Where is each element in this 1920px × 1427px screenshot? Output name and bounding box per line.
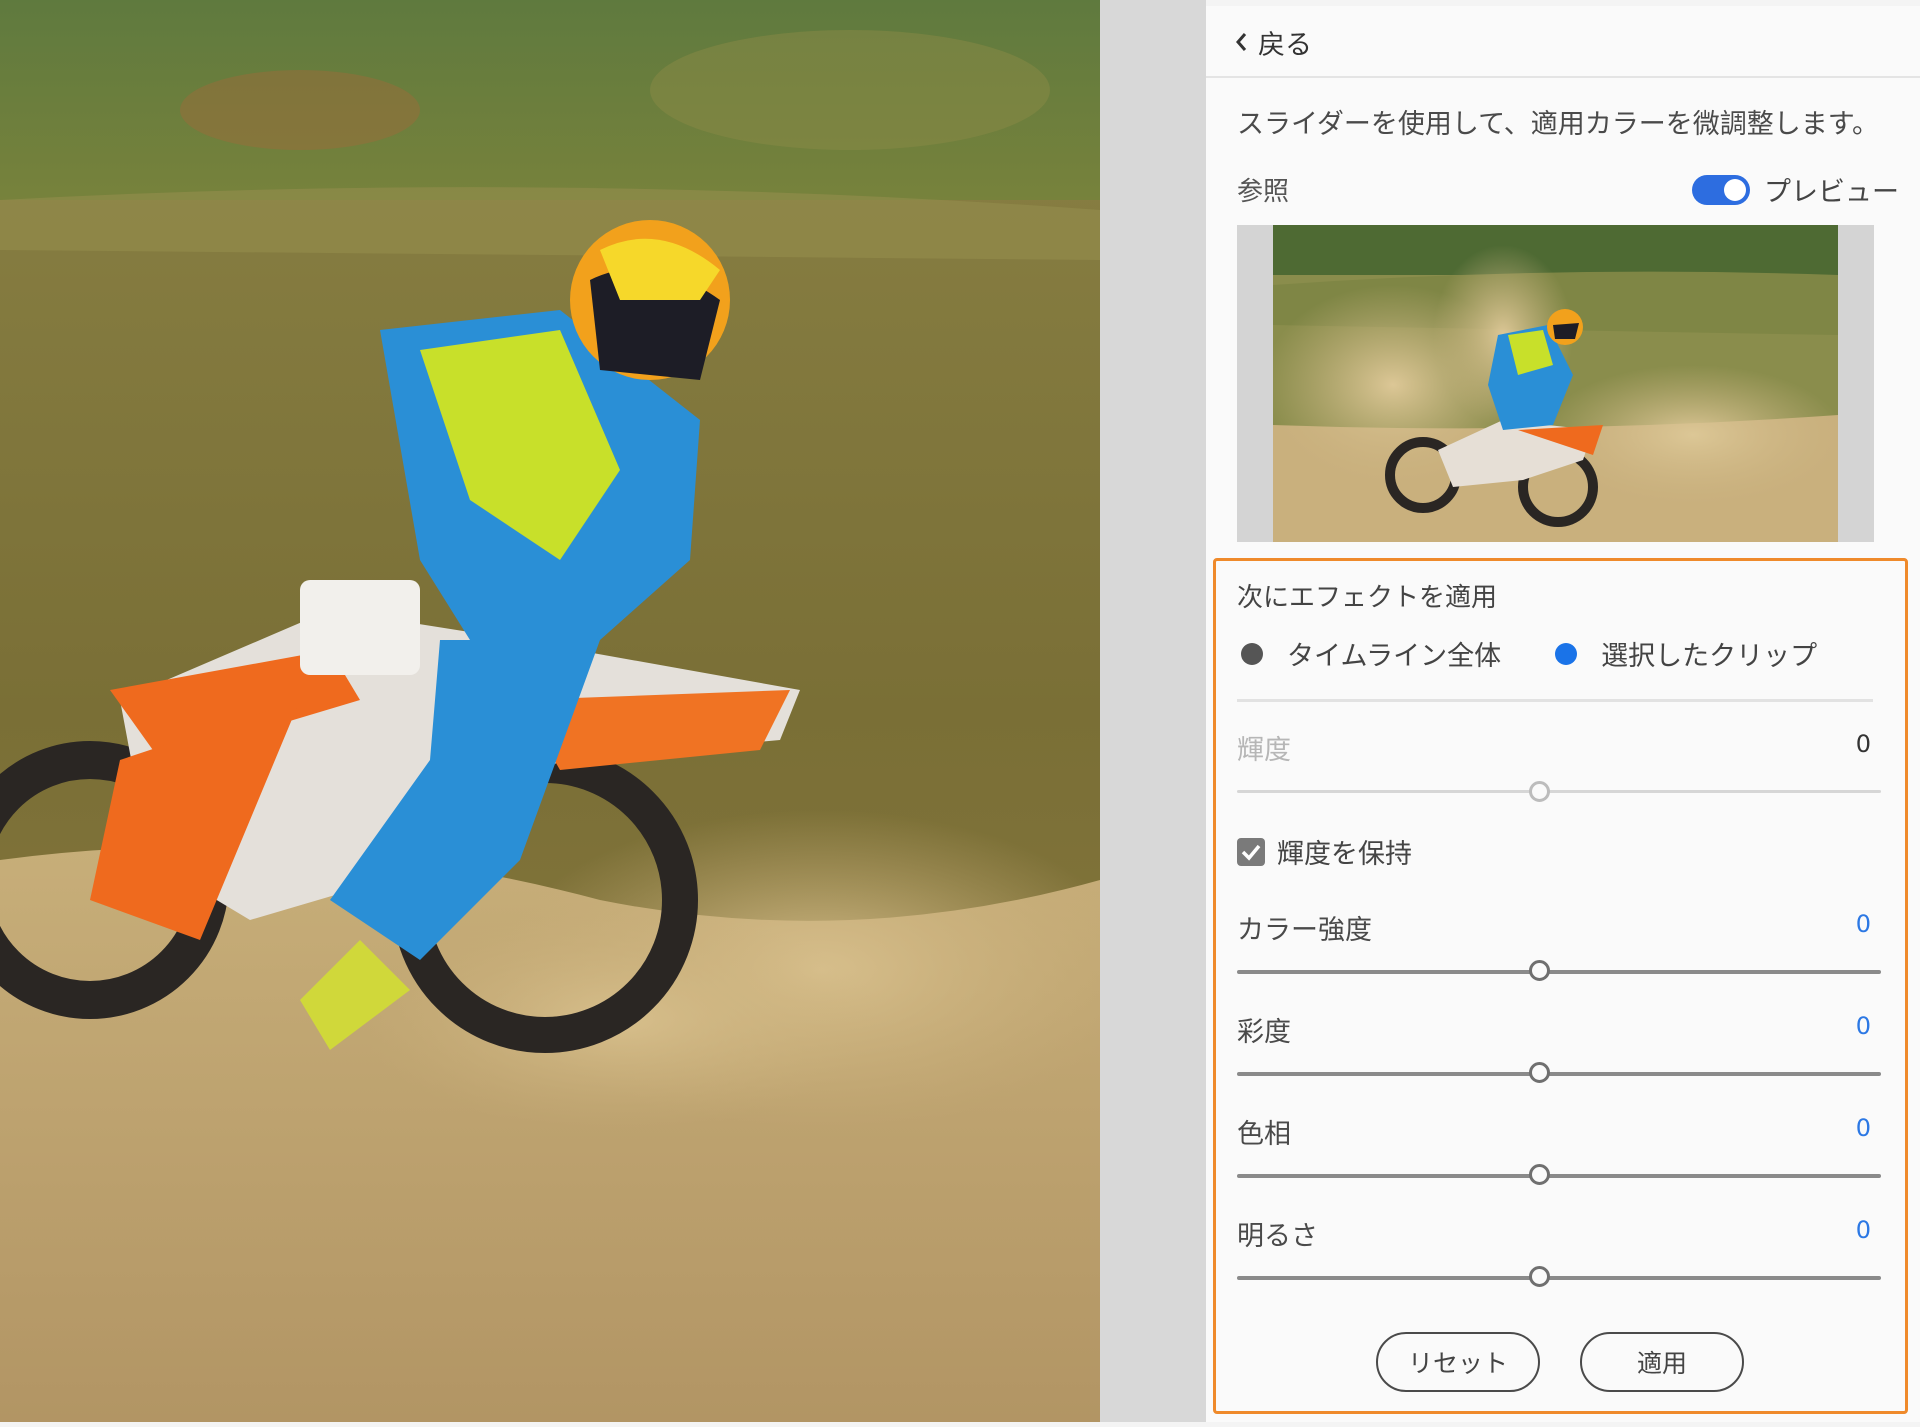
video-frame-image	[0, 0, 1100, 1422]
brightness-thumb[interactable]	[1529, 1266, 1550, 1287]
reference-thumbnail-image	[1273, 225, 1838, 542]
radio-label: タイムライン全体	[1287, 641, 1502, 672]
saturation-track[interactable]	[1237, 1072, 1881, 1076]
brightness-track[interactable]	[1237, 1276, 1881, 1280]
brightness-label: 明るさ	[1237, 1221, 1318, 1252]
color-intensity-label: カラー強度	[1237, 915, 1372, 946]
preserve-luminance-label: 輝度を保持	[1277, 839, 1412, 870]
luminance-label: 輝度	[1237, 735, 1291, 766]
color-intensity-slider[interactable]: カラー強度 0	[1237, 908, 1881, 998]
saturation-thumb[interactable]	[1529, 1062, 1550, 1083]
chevron-left-icon	[1236, 33, 1247, 51]
reference-label: 参照	[1237, 177, 1290, 207]
divider	[1237, 699, 1873, 702]
color-intensity-thumb[interactable]	[1529, 960, 1550, 981]
brightness-slider[interactable]: 明るさ 0	[1237, 1214, 1881, 1304]
hue-thumb[interactable]	[1529, 1164, 1550, 1185]
panel-topbar: 戻る	[1206, 6, 1920, 78]
preview-label: プレビュー	[1764, 177, 1899, 208]
preview-switch[interactable]	[1692, 174, 1750, 205]
back-label: 戻る	[1258, 29, 1312, 61]
luminance-value: 0	[1855, 730, 1871, 758]
hue-label: 色相	[1237, 1119, 1291, 1150]
checkbox-checked[interactable]	[1237, 837, 1265, 866]
preserve-luminance-checkbox[interactable]: 輝度を保持	[1237, 832, 1412, 871]
brightness-value[interactable]: 0	[1856, 1216, 1871, 1244]
radio-selected-clip[interactable]: 選択したクリップ	[1551, 634, 1817, 673]
viewer-gutter	[1100, 0, 1206, 1422]
instruction-text: スライダーを使用して、適用カラーを微調整します。	[1237, 109, 1880, 140]
saturation-label: 彩度	[1237, 1017, 1291, 1048]
luminance-thumb	[1529, 781, 1550, 802]
reset-button[interactable]: リセット	[1376, 1332, 1540, 1392]
apply-effect-title: 次にエフェクトを適用	[1237, 583, 1498, 613]
apply-button[interactable]: 適用	[1580, 1332, 1744, 1392]
saturation-value[interactable]: 0	[1856, 1012, 1871, 1040]
video-viewer	[0, 0, 1100, 1422]
reference-thumbnail-frame	[1237, 225, 1874, 542]
hue-track[interactable]	[1237, 1174, 1881, 1178]
preview-toggle[interactable]: プレビュー	[1692, 170, 1899, 209]
saturation-slider[interactable]: 彩度 0	[1237, 1010, 1881, 1100]
reference-thumbnail[interactable]	[1273, 225, 1838, 542]
luminance-track	[1237, 790, 1881, 793]
color-intensity-track[interactable]	[1237, 970, 1881, 974]
radio-dot-unselected	[1241, 642, 1263, 665]
radio-label: 選択したクリップ	[1601, 641, 1818, 672]
back-button[interactable]: 戻る	[1234, 24, 1312, 61]
radio-dot-selected	[1555, 642, 1578, 665]
color-intensity-value[interactable]: 0	[1856, 910, 1871, 938]
hue-slider[interactable]: 色相 0	[1237, 1112, 1881, 1202]
color-adjust-panel: 戻る スライダーを使用して、適用カラーを微調整します。 参照 プレビュー 次にエ…	[1206, 6, 1920, 1422]
apply-target-radio-group: タイムライン全体 選択したクリップ	[1237, 634, 1867, 673]
hue-value[interactable]: 0	[1856, 1114, 1871, 1142]
luminance-slider: 輝度 0	[1237, 728, 1881, 808]
switch-knob	[1724, 178, 1746, 201]
checkmark-icon	[1241, 844, 1261, 861]
radio-entire-timeline[interactable]: タイムライン全体	[1237, 634, 1501, 673]
